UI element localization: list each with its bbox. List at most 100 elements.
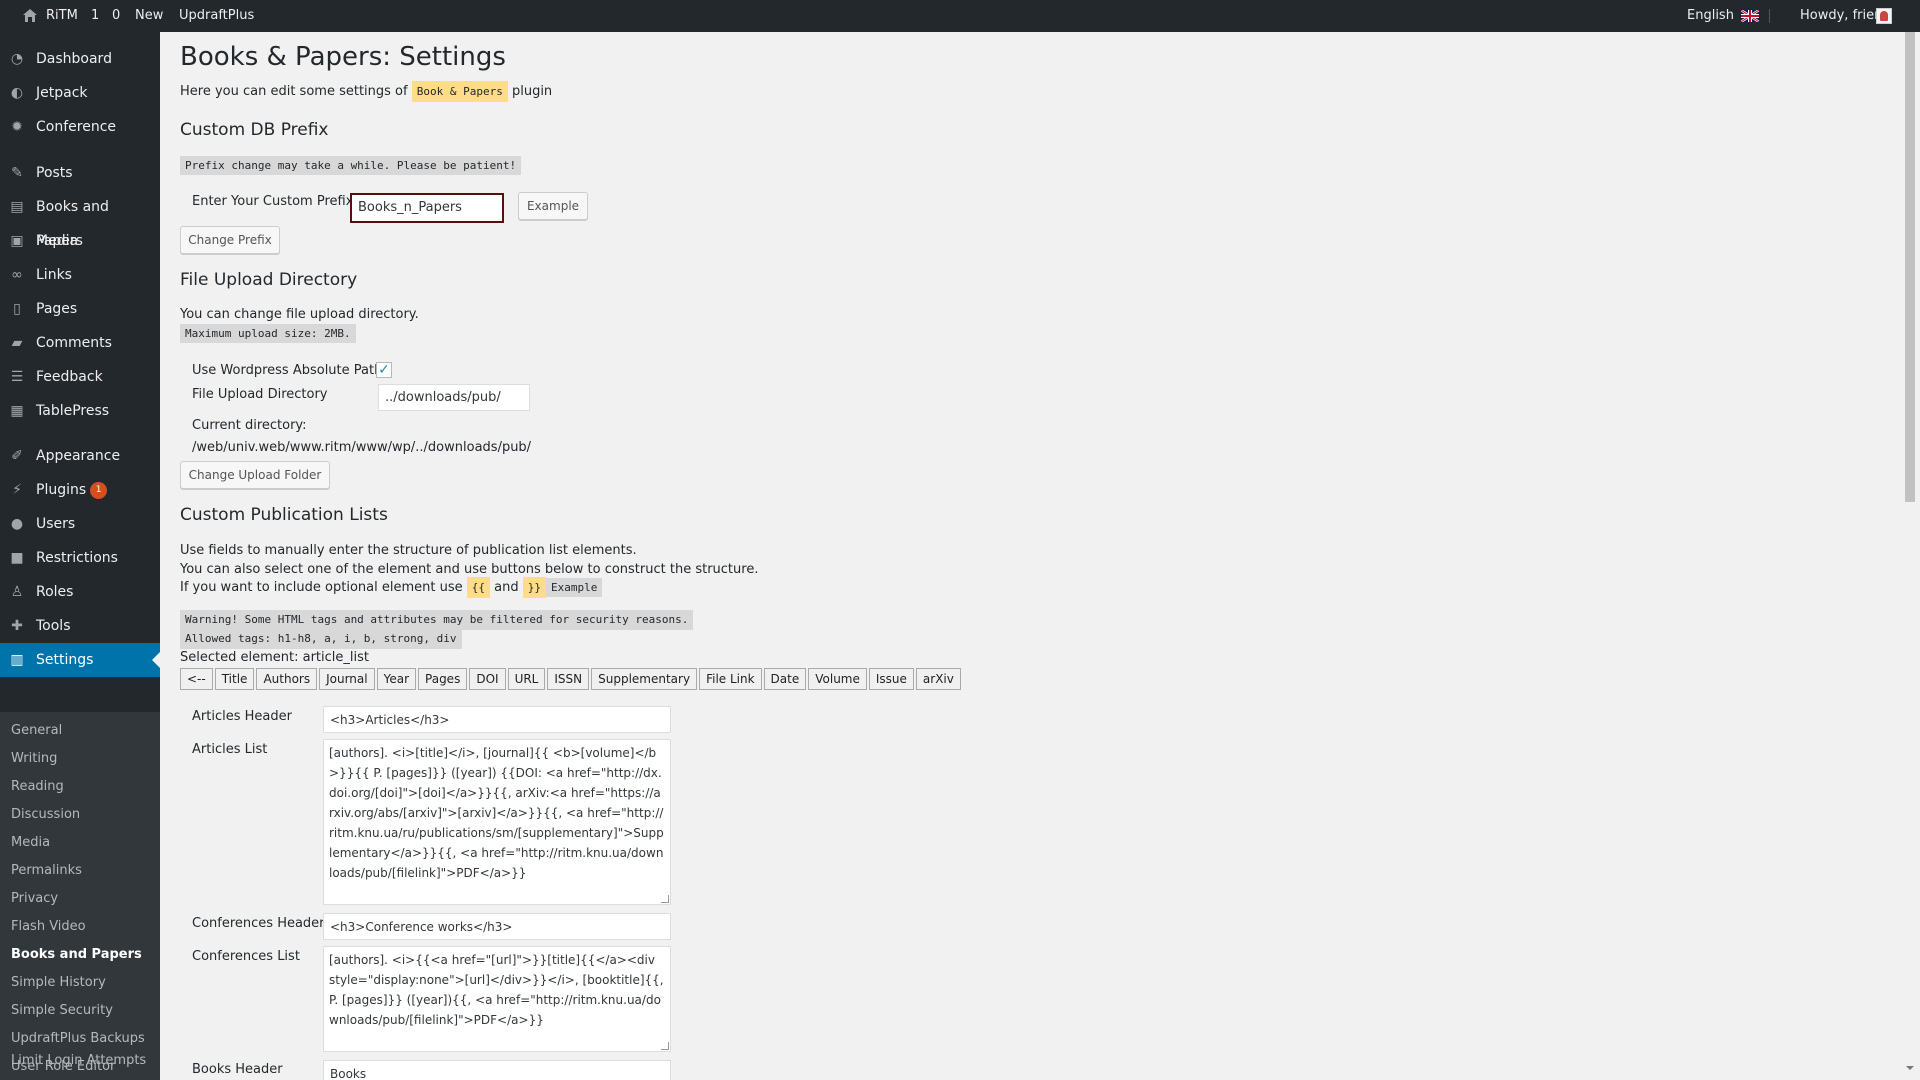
plugin-icon: ⚡ <box>12 482 22 498</box>
tag-file-link-button[interactable]: File Link <box>699 668 762 690</box>
tag-title-button[interactable]: Title <box>214 668 255 690</box>
submenu-privacy[interactable]: Privacy <box>11 888 58 910</box>
updraftplus-link[interactable]: UpdraftPlus <box>179 0 254 32</box>
sidebar-item-conference[interactable]: ✹ Conference <box>0 110 160 144</box>
sidebar-item-jetpack[interactable]: ◐ Jetpack <box>0 76 160 110</box>
books-header-input[interactable]: Books <box>323 1060 671 1080</box>
tag-volume-button[interactable]: Volume <box>808 668 867 690</box>
submenu-writing[interactable]: Writing <box>11 748 57 770</box>
site-name-link[interactable]: RiTM <box>46 0 78 32</box>
submenu-limit-login-attempts[interactable]: Limit Login Attempts <box>11 1050 146 1072</box>
comments-count[interactable]: 0 <box>112 0 120 32</box>
change-prefix-button[interactable]: Change Prefix <box>180 226 280 254</box>
link-icon: ∞ <box>11 267 23 283</box>
sidebar-item-label: Pages <box>36 301 78 317</box>
scroll-down-arrow-icon[interactable] <box>1906 1066 1914 1074</box>
conferences-list-textarea[interactable]: [authors]. <i>{{<a href="[url]">}}[title… <box>323 946 671 1052</box>
articles-list-value: [authors]. <i>[title]</i>, [journal]{{ <… <box>329 746 664 880</box>
submenu-simple-history[interactable]: Simple History <box>11 972 106 994</box>
sidebar-item-feedback[interactable]: ☰ Feedback <box>0 360 160 394</box>
sidebar-item-label: Jetpack <box>36 85 88 101</box>
optional-hint-text: If you want to include optional element … <box>180 580 463 595</box>
sidebar-item-appearance[interactable]: ✐ Appearance <box>0 439 160 473</box>
wrench-icon: ✚ <box>11 618 23 634</box>
tag-date-button[interactable]: Date <box>763 668 807 690</box>
articles-header-input[interactable]: <h3>Articles</h3> <box>323 706 671 733</box>
tag-authors-button[interactable]: Authors <box>256 668 318 690</box>
upload-dir-input[interactable]: ../downloads/pub/ <box>378 384 530 411</box>
resize-grip-icon[interactable] <box>661 1042 669 1050</box>
sidebar-item-restrictions[interactable]: ■ Restrictions <box>0 541 160 575</box>
change-upload-folder-button[interactable]: Change Upload Folder <box>180 461 330 489</box>
submenu-simple-security[interactable]: Simple Security <box>11 1000 113 1022</box>
sidebar-item-label: Users <box>36 516 76 532</box>
sidebar-item-dashboard[interactable]: ◔ Dashboard <box>0 42 160 76</box>
sidebar-item-books-and-papers[interactable]: ▤ Books and Papers <box>0 190 160 249</box>
prefix-input[interactable]: Books_n_Papers <box>350 193 504 223</box>
sidebar-item-label: Appearance <box>36 448 121 464</box>
media-icon: ▣ <box>10 233 24 249</box>
settings-icon: ▥ <box>10 652 24 668</box>
sidebar-item-settings[interactable]: ▥ Settings <box>0 643 160 677</box>
articles-list-label: Articles List <box>192 742 268 757</box>
tag-issn-button[interactable]: ISSN <box>547 668 590 690</box>
tag-url-button[interactable]: URL <box>507 668 546 690</box>
conferences-header-input[interactable]: <h3>Conference works</h3> <box>323 913 671 940</box>
dashboard-icon: ◔ <box>10 51 24 67</box>
tag-arxiv-button[interactable]: arXiv <box>915 668 961 690</box>
sidebar-item-pages[interactable]: ▯ Pages <box>0 292 160 326</box>
optional-example-link[interactable]: Example <box>546 578 603 597</box>
max-upload-size: Maximum upload size: 2MB. <box>180 324 356 343</box>
sidebar-item-tablepress[interactable]: ▦ TablePress <box>0 394 160 428</box>
scrollbar-thumb[interactable] <box>1905 32 1915 502</box>
sidebar-item-users[interactable]: ● Users <box>0 507 160 541</box>
book-icon: ▤ <box>10 199 24 215</box>
prefix-example-button[interactable]: Example <box>518 192 588 220</box>
resize-grip-icon[interactable] <box>661 895 669 903</box>
conferences-list-value: [authors]. <i>{{<a href="[url]">}}[title… <box>329 953 668 1027</box>
tag-back-button[interactable]: <-- <box>180 668 213 690</box>
howdy-user-link[interactable]: Howdy, frier <box>1800 0 1879 32</box>
intro-suffix: plugin <box>511 84 553 99</box>
new-content-link[interactable]: New <box>135 0 163 32</box>
sidebar-item-links[interactable]: ∞ Links <box>0 258 160 292</box>
submenu-books-and-papers[interactable]: Books and Papers <box>11 944 142 966</box>
avatar[interactable] <box>1876 8 1892 24</box>
sidebar-item-posts[interactable]: ✎ Posts <box>0 156 160 190</box>
sidebar-item-label: TablePress <box>36 403 110 419</box>
sidebar-item-comments[interactable]: ▰ Comments <box>0 326 160 360</box>
tag-year-button[interactable]: Year <box>376 668 417 690</box>
tag-issue-button[interactable]: Issue <box>868 668 914 690</box>
page-title: Books & Papers: Settings <box>180 42 506 72</box>
sidebar-item-roles[interactable]: ♙ Roles <box>0 575 160 609</box>
abs-path-checkbox[interactable]: ✓ <box>376 362 392 378</box>
tag-supplementary-button[interactable]: Supplementary <box>591 668 698 690</box>
sidebar-item-plugins[interactable]: ⚡ Plugins 1 <box>0 473 160 507</box>
role-icon: ♙ <box>10 584 24 600</box>
tag-journal-button[interactable]: Journal <box>319 668 375 690</box>
articles-list-textarea[interactable]: [authors]. <i>[title]</i>, [journal]{{ <… <box>323 739 671 905</box>
submenu-permalinks[interactable]: Permalinks <box>11 860 82 882</box>
uk-flag-icon[interactable] <box>1740 9 1760 23</box>
submenu-reading[interactable]: Reading <box>11 776 64 798</box>
home-icon[interactable] <box>22 0 40 32</box>
submenu-updraftplus-backups[interactable]: UpdraftPlus Backups <box>11 1028 145 1050</box>
updates-count[interactable]: 1 <box>91 0 99 32</box>
upload-desc: You can change file upload directory. <box>180 307 419 322</box>
page-scrollbar[interactable] <box>1900 32 1920 1080</box>
tag-doi-button[interactable]: DOI <box>469 668 506 690</box>
articles-header-label: Articles Header <box>192 709 292 724</box>
selected-element: Selected element: article_list <box>180 650 369 665</box>
allowed-tags: Allowed tags: h1-h8, a, i, b, strong, di… <box>180 629 462 649</box>
gear-icon: ✹ <box>11 119 23 135</box>
sidebar-item-label: Dashboard <box>36 51 112 67</box>
submenu-discussion[interactable]: Discussion <box>11 804 80 826</box>
db-prefix-heading: Custom DB Prefix <box>180 120 329 140</box>
submenu-general[interactable]: General <box>11 720 62 742</box>
submenu-flash-video[interactable]: Flash Video <box>11 916 86 938</box>
sidebar-item-media[interactable]: ▣ Media <box>0 224 160 258</box>
tag-pages-button[interactable]: Pages <box>418 668 468 690</box>
language-switcher[interactable]: English <box>1687 0 1734 32</box>
sidebar-item-tools[interactable]: ✚ Tools <box>0 609 160 643</box>
submenu-media[interactable]: Media <box>11 832 50 854</box>
